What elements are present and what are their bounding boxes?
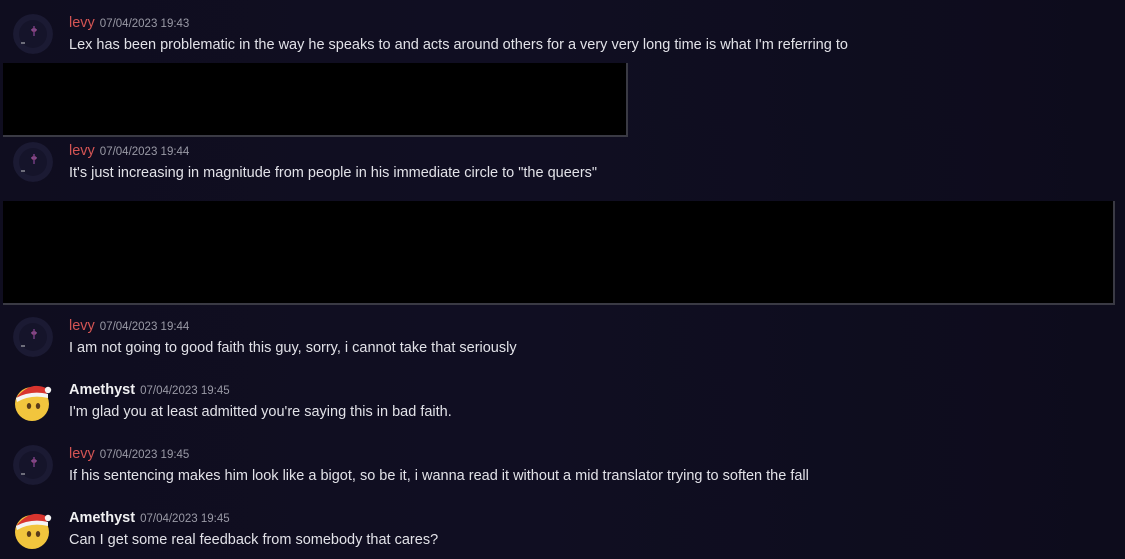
message-timestamp[interactable]: 07/04/2023 19:45 [140,385,230,397]
levy-dark-avatar-icon [13,445,53,485]
levy-dark-avatar-icon [13,142,53,182]
levy-avatar[interactable] [13,317,53,357]
author-name[interactable]: levy [69,143,95,159]
message-text: If his sentencing makes him look like a … [69,468,809,484]
author-name[interactable]: levy [69,446,95,462]
author-name[interactable]: levy [69,15,95,31]
santa-hat-emoji-avatar-icon [15,385,52,421]
message-header: Amethyst 07/04/2023 19:45 [69,509,230,527]
message-text: I'm glad you at least admitted you're sa… [69,404,452,420]
levy-avatar[interactable] [13,445,53,485]
amethyst-avatar[interactable] [13,508,53,549]
message-timestamp[interactable]: 07/04/2023 19:43 [100,18,190,30]
redacted-block [3,201,1115,305]
message-text: I am not going to good faith this guy, s… [69,340,517,356]
redacted-block [3,63,628,137]
author-name[interactable]: Amethyst [69,382,135,398]
message-header: levy 07/04/2023 19:43 [69,14,189,32]
message-header: Amethyst 07/04/2023 19:45 [69,381,230,399]
levy-avatar[interactable] [13,142,53,182]
message-timestamp[interactable]: 07/04/2023 19:45 [100,449,190,461]
message-text: Can I get some real feedback from somebo… [69,532,439,548]
santa-hat-emoji-avatar-icon [15,513,52,549]
levy-avatar[interactable] [13,14,53,54]
message-header: levy 07/04/2023 19:44 [69,142,189,160]
author-name[interactable]: levy [69,318,95,334]
message-timestamp[interactable]: 07/04/2023 19:44 [100,146,190,158]
message-text: Lex has been problematic in the way he s… [69,37,848,53]
message-text: It's just increasing in magnitude from p… [69,165,598,181]
amethyst-avatar[interactable] [13,380,53,421]
message-timestamp[interactable]: 07/04/2023 19:44 [100,321,190,333]
author-name[interactable]: Amethyst [69,510,135,526]
message-header: levy 07/04/2023 19:45 [69,445,189,463]
levy-dark-avatar-icon [13,317,53,357]
message-header: levy 07/04/2023 19:44 [69,317,189,335]
message-timestamp[interactable]: 07/04/2023 19:45 [140,513,230,525]
levy-dark-avatar-icon [13,14,53,54]
